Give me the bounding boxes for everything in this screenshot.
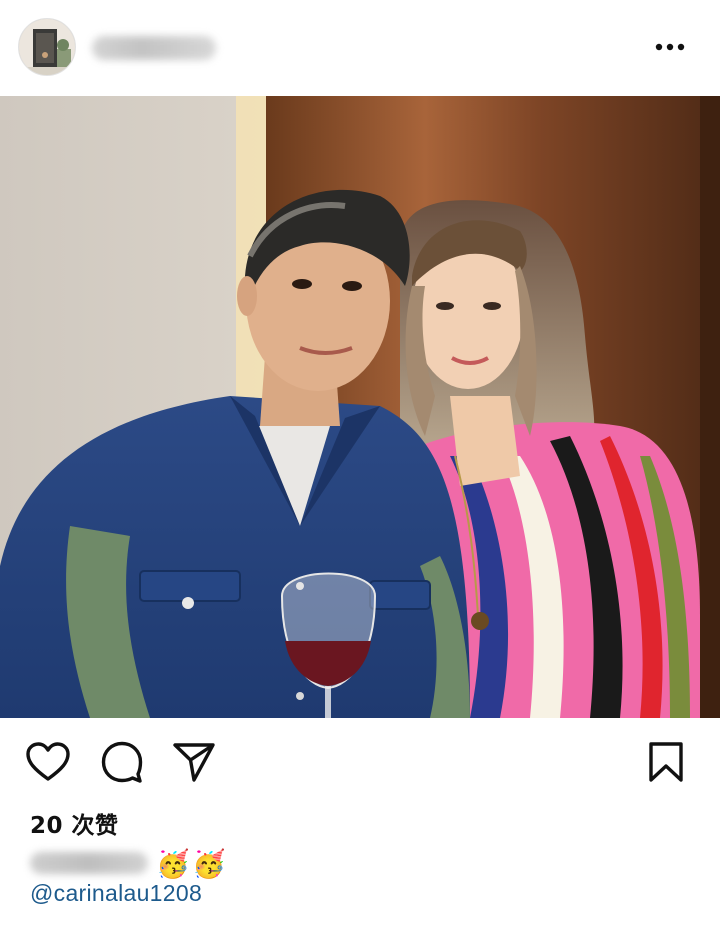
party-face-emoji: 🥳	[192, 849, 226, 879]
post-photo[interactable]	[0, 96, 720, 718]
party-face-emoji: 🥳	[156, 849, 190, 879]
share-button[interactable]	[168, 735, 220, 789]
heart-icon	[26, 742, 70, 781]
comment-button[interactable]	[96, 735, 148, 789]
mention-link[interactable]: @carinalau1208	[30, 880, 202, 907]
send-icon	[173, 743, 215, 782]
avatar[interactable]	[18, 18, 76, 76]
caption: 🥳 🥳	[30, 846, 330, 882]
post-header	[0, 0, 720, 96]
more-options-button[interactable]	[650, 30, 690, 64]
comment-icon	[101, 741, 143, 783]
more-options-icon	[655, 43, 685, 51]
bookmark-icon	[649, 742, 683, 782]
likes-count[interactable]: 20 次赞	[30, 806, 119, 840]
save-button[interactable]	[640, 735, 692, 789]
like-button[interactable]	[22, 735, 74, 789]
post-action-bar	[0, 735, 720, 793]
caption-username-redacted	[30, 852, 148, 874]
username-redacted	[92, 36, 216, 60]
